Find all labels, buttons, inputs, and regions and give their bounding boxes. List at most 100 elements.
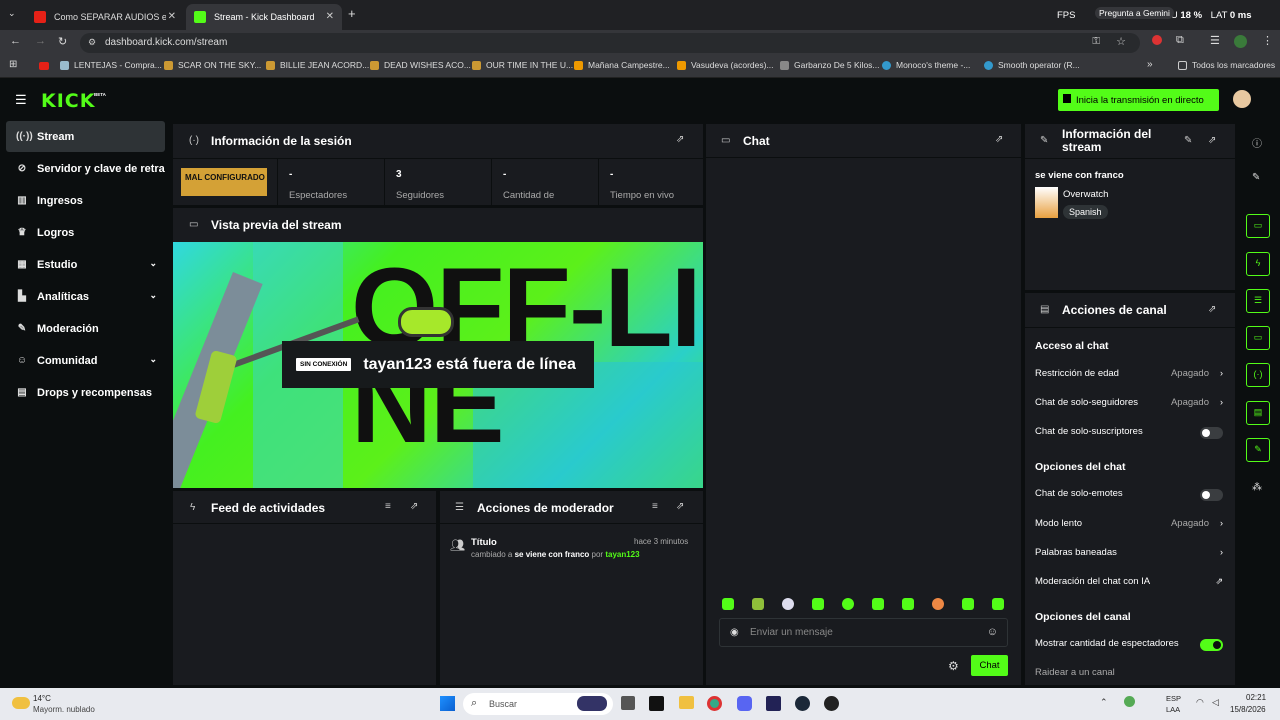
- app-icon[interactable]: [766, 696, 781, 711]
- filter-icon[interactable]: ≡: [385, 501, 391, 512]
- file-explorer-icon[interactable]: [679, 696, 694, 709]
- more-options-icon[interactable]: ⁂: [1252, 482, 1262, 493]
- rail-modactions-icon[interactable]: ☰: [1246, 289, 1270, 313]
- weather-desc[interactable]: Mayorm. nublado: [33, 705, 95, 714]
- volume-icon[interactable]: ◁: [1212, 697, 1219, 708]
- profile-avatar[interactable]: [1234, 35, 1247, 48]
- reload-icon[interactable]: ↻: [58, 35, 67, 48]
- banned-words-row[interactable]: Palabras baneadas ›: [1035, 547, 1225, 563]
- chat-settings-icon[interactable]: ◉: [730, 627, 739, 638]
- extensions-puzzle-icon[interactable]: ⧉: [1176, 34, 1184, 47]
- bookmark-item[interactable]: SCAR ON THE SKY...: [164, 60, 261, 70]
- browser-menu-icon[interactable]: ⋮: [1262, 34, 1273, 47]
- go-live-button[interactable]: Inicia la transmisión en directo: [1058, 89, 1219, 111]
- sidebar-item-stream[interactable]: ((·)) Stream: [6, 121, 165, 152]
- new-tab-button[interactable]: +: [348, 6, 356, 21]
- raid-channel-row[interactable]: Raidear a un canal: [1035, 667, 1225, 683]
- popout-icon[interactable]: ⇗: [676, 501, 684, 512]
- rail-chat-icon[interactable]: ▭: [1246, 326, 1270, 350]
- mod-entry-user[interactable]: tayan123: [605, 550, 639, 559]
- discord-icon[interactable]: [737, 696, 752, 711]
- notion-icon[interactable]: [649, 696, 664, 711]
- bookmark-item[interactable]: OUR TIME IN THE U...: [472, 60, 573, 70]
- url-field[interactable]: ⚙ dashboard.kick.com/stream ⚿ ☆: [80, 33, 1140, 53]
- bookmark-item[interactable]: DEAD WISHES ACO...: [370, 60, 471, 70]
- emotes-only-toggle[interactable]: [1200, 489, 1223, 501]
- wifi-icon[interactable]: ◠: [1196, 697, 1204, 708]
- hamburger-menu-icon[interactable]: ☰: [15, 92, 27, 108]
- browser-tab-kick[interactable]: Stream - Kick Dashboard ✕: [186, 4, 342, 30]
- rail-activity-icon[interactable]: ϟ: [1246, 252, 1270, 276]
- edit-pencil-icon[interactable]: ✎: [1252, 172, 1260, 183]
- filter-icon[interactable]: ≡: [652, 501, 658, 512]
- chat-input[interactable]: ◉ Enviar un mensaje ☺: [719, 618, 1008, 647]
- task-view-icon[interactable]: [621, 696, 635, 710]
- followers-only-row[interactable]: Chat de solo-seguidores Apagado ›: [1035, 397, 1225, 413]
- media-control-icon[interactable]: ☰: [1210, 34, 1220, 47]
- youtube-bookmark-icon[interactable]: [39, 62, 49, 70]
- input-language[interactable]: ESP: [1166, 694, 1181, 703]
- weather-icon[interactable]: [12, 697, 30, 709]
- slow-mode-row[interactable]: Modo lento Apagado ›: [1035, 518, 1225, 534]
- popout-icon[interactable]: ⇗: [410, 501, 418, 512]
- rail-channel-actions-icon[interactable]: ▤: [1246, 401, 1270, 425]
- user-avatar[interactable]: [1233, 90, 1251, 108]
- bookmark-item[interactable]: LENTEJAS - Compra...: [60, 60, 162, 70]
- rail-session-icon[interactable]: (·): [1246, 363, 1270, 387]
- emote-icon[interactable]: [932, 598, 944, 610]
- bookmark-item[interactable]: Smooth operator (R...: [984, 60, 1080, 70]
- bookmark-star-icon[interactable]: ☆: [1116, 35, 1126, 48]
- sidebar-item-drops[interactable]: ▤ Drops y recompensas: [6, 377, 165, 408]
- age-restriction-row[interactable]: Restricción de edad Apagado ›: [1035, 368, 1225, 384]
- popout-icon[interactable]: ⇗: [995, 134, 1003, 145]
- all-bookmarks-folder[interactable]: Todos los marcadores: [1178, 60, 1275, 70]
- search-highlight-icon[interactable]: [577, 696, 607, 711]
- subscribers-only-toggle[interactable]: [1200, 427, 1223, 439]
- weather-temp[interactable]: 14°C: [33, 694, 51, 703]
- bookmark-item[interactable]: BILLIE JEAN ACORD...: [266, 60, 369, 70]
- bookmark-item[interactable]: Garbanzo De 5 Kilos...: [780, 60, 880, 70]
- back-icon[interactable]: ←: [10, 35, 21, 47]
- emote-icon[interactable]: [782, 598, 794, 610]
- category-name[interactable]: Overwatch: [1063, 189, 1108, 200]
- tray-chevron-icon[interactable]: ⌃: [1100, 697, 1108, 708]
- ai-moderation-row[interactable]: Moderación del chat con IA ⇗: [1035, 576, 1225, 592]
- more-bookmarks-icon[interactable]: »: [1147, 59, 1153, 70]
- rail-stream-info-icon[interactable]: ✎: [1246, 438, 1270, 462]
- input-layout[interactable]: LAA: [1166, 705, 1180, 714]
- windows-start-icon[interactable]: [440, 696, 455, 711]
- password-key-icon[interactable]: ⚿: [1092, 36, 1100, 47]
- send-chat-button[interactable]: Chat: [971, 655, 1008, 676]
- gemini-button[interactable]: Pregunta a Gemini: [1095, 7, 1174, 19]
- bookmark-item[interactable]: Mañana Campestre...: [574, 60, 670, 70]
- bookmark-item[interactable]: Monoco's theme -...: [882, 60, 970, 70]
- emote-icon[interactable]: [962, 598, 974, 610]
- obs-icon[interactable]: [824, 696, 839, 711]
- chrome-icon[interactable]: [707, 696, 722, 711]
- emote-icon[interactable]: [902, 598, 914, 610]
- emoji-icon[interactable]: ☺: [987, 626, 998, 638]
- kick-logo[interactable]: KICK: [41, 90, 95, 112]
- emote-icon[interactable]: [992, 598, 1004, 610]
- sidebar-item-analytics[interactable]: ▙ Analíticas ⌄: [6, 281, 165, 312]
- emote-icon[interactable]: [812, 598, 824, 610]
- tray-app-icon[interactable]: [1124, 696, 1135, 707]
- popout-icon[interactable]: ⇗: [1208, 135, 1216, 146]
- sidebar-item-revenue[interactable]: ▥ Ingresos: [6, 185, 165, 216]
- gear-icon[interactable]: ⚙: [948, 659, 959, 673]
- sidebar-item-achievements[interactable]: ♛ Logros: [6, 217, 165, 248]
- emote-icon[interactable]: [722, 598, 734, 610]
- steam-icon[interactable]: [795, 696, 810, 711]
- forward-icon[interactable]: →: [35, 35, 46, 47]
- sidebar-item-community[interactable]: ☺ Comunidad ⌄: [6, 345, 165, 376]
- info-icon[interactable]: ⓘ: [1252, 135, 1262, 150]
- browser-tab-obs[interactable]: Como SEPARAR AUDIOS en OB ✕: [26, 4, 184, 30]
- sidebar-item-studio[interactable]: ▦ Estudio ⌄: [6, 249, 165, 280]
- tab-list-chevron-icon[interactable]: ⌄: [8, 8, 16, 19]
- clock-date[interactable]: 15/8/2026: [1230, 705, 1266, 714]
- close-tab-icon[interactable]: ✕: [168, 11, 176, 22]
- rail-preview-icon[interactable]: ▭: [1246, 214, 1270, 238]
- extension-icon[interactable]: [1152, 35, 1162, 45]
- clock-time[interactable]: 02:21: [1246, 693, 1266, 702]
- site-info-icon[interactable]: ⚙: [88, 37, 96, 48]
